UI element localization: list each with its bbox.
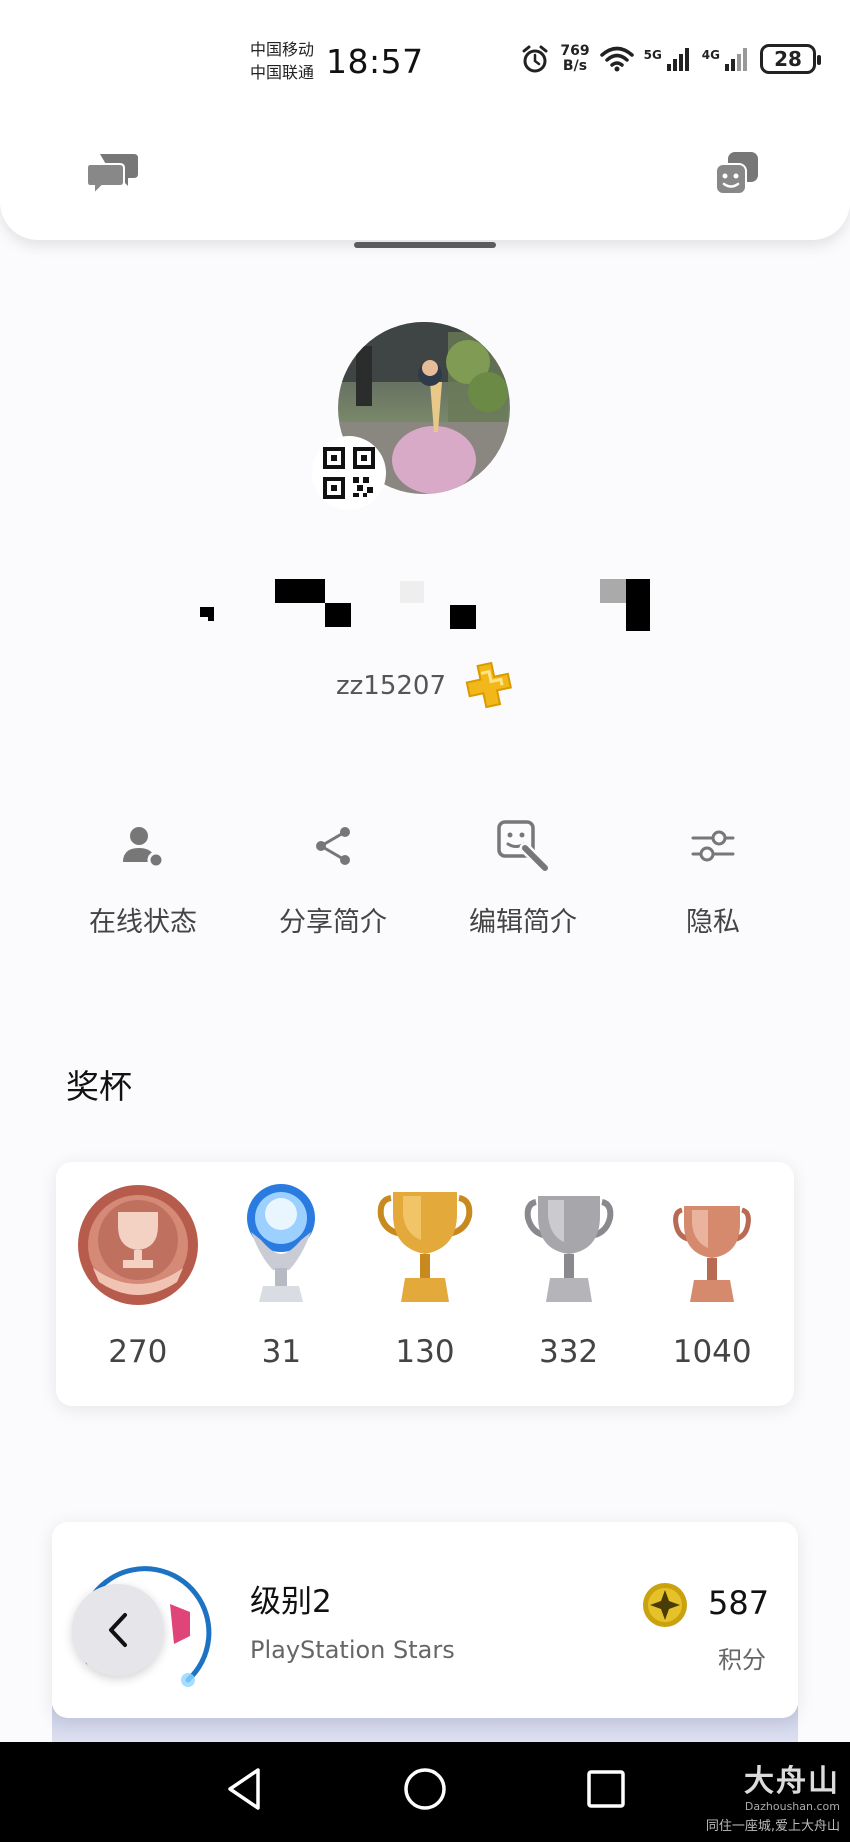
- chevron-left-icon: [109, 1613, 127, 1647]
- trophy-platinum[interactable]: 31: [211, 1162, 351, 1406]
- trophy-silver[interactable]: 332: [499, 1162, 639, 1406]
- platinum-trophy-icon: [247, 1184, 316, 1302]
- nav-back-icon[interactable]: [224, 1766, 264, 1812]
- edit-profile-icon: [497, 820, 551, 874]
- privacy-settings-button[interactable]: 隐私: [618, 816, 808, 939]
- stars-points-value: 587: [708, 1584, 770, 1622]
- watermark-site: Dazhoushan.com: [744, 1800, 840, 1813]
- share-profile-button[interactable]: 分享简介: [238, 816, 428, 939]
- wifi-icon: [599, 46, 634, 72]
- edit-profile-label: 编辑简介: [469, 907, 577, 938]
- messages-icon[interactable]: [86, 150, 140, 198]
- qr-code-icon: [323, 447, 375, 499]
- online-status-button[interactable]: 在线状态: [48, 816, 238, 939]
- edit-profile-button[interactable]: 编辑简介: [428, 816, 618, 939]
- signal-1-label: 5G: [643, 48, 662, 62]
- battery-icon: 28: [760, 44, 821, 74]
- profile-actions: 在线状态 分享简介 编辑简介 隐私: [48, 816, 808, 939]
- carrier-info: 中国移动 中国联通: [250, 38, 314, 84]
- top-sheet: 中国移动 中国联通 18:57 769 B/s 5G 4G 28: [0, 0, 850, 240]
- gold-trophy-icon: [377, 1192, 473, 1302]
- carrier-2: 中国联通: [250, 63, 315, 82]
- privacy-settings-icon: [691, 830, 735, 862]
- trophy-bronze[interactable]: 1040: [642, 1162, 782, 1406]
- trophies-section-title: 奖杯: [66, 1067, 132, 1106]
- status-icons: 769 B/s 5G 4G 28: [520, 44, 821, 74]
- gold-count: 130: [395, 1334, 455, 1370]
- silver-trophy-icon: [524, 1196, 613, 1302]
- signal-2-label: 4G: [701, 48, 720, 62]
- watermark-tagline: 同住一座城,爱上大舟山: [705, 1819, 840, 1834]
- net-speed-value: 769: [560, 43, 590, 59]
- sheet-drag-handle[interactable]: [354, 242, 496, 248]
- watermark: 大舟山 Dazhoushan.com 同住一座城,爱上大舟山: [706, 1756, 840, 1834]
- silver-count: 332: [538, 1334, 599, 1370]
- qr-code-button[interactable]: [312, 436, 386, 510]
- nav-home-icon[interactable]: [402, 1766, 448, 1812]
- online-id: zz15207: [335, 671, 446, 701]
- playstation-plus-icon: [465, 662, 512, 709]
- net-speed-unit: B/s: [562, 58, 588, 74]
- signal-icon: [725, 48, 747, 71]
- stars-program-name: PlayStation Stars: [250, 1636, 455, 1664]
- platinum-count: 31: [261, 1334, 302, 1370]
- trophy-summary-card[interactable]: 270 31 130 332 1040: [56, 1162, 794, 1406]
- bronze-count: 1040: [672, 1334, 752, 1370]
- online-status-label: 在线状态: [89, 907, 197, 938]
- trophy-level-icon: [77, 1185, 198, 1305]
- trophy-level-count: 270: [108, 1334, 168, 1370]
- privacy-label: 隐私: [686, 907, 740, 938]
- system-nav-bar: 大舟山 Dazhoushan.com 同住一座城,爱上大舟山: [0, 1742, 850, 1842]
- watermark-name: 大舟山: [744, 1764, 840, 1799]
- game-lists-icon[interactable]: [714, 150, 760, 198]
- carrier-1: 中国移动: [250, 40, 315, 59]
- share-profile-label: 分享简介: [279, 907, 387, 938]
- back-button[interactable]: [72, 1584, 164, 1676]
- net-speed: 769 B/s: [560, 44, 589, 74]
- nav-recents-icon[interactable]: [586, 1766, 626, 1812]
- trophy-level[interactable]: 270: [68, 1162, 208, 1406]
- username-row: zz15207: [0, 662, 850, 710]
- share-icon: [316, 827, 350, 865]
- online-status-icon: [123, 827, 165, 869]
- status-time: 18:57: [326, 42, 424, 81]
- stars-points-label: 积分: [718, 1646, 766, 1674]
- trophy-gold[interactable]: 130: [355, 1162, 495, 1406]
- alarm-icon: [522, 45, 548, 73]
- stars-level-title: 级别2: [250, 1584, 332, 1620]
- signal-icon: [666, 48, 689, 71]
- redacted-display-name: [200, 579, 650, 631]
- stars-points-coin-icon: [643, 1583, 687, 1627]
- bronze-trophy-icon: [673, 1206, 752, 1302]
